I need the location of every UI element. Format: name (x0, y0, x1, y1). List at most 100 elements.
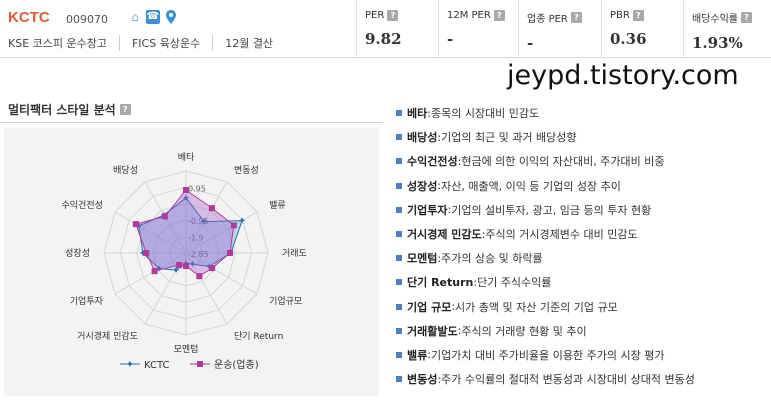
factor-item: 밸류 : 기업가치 대비 주가비율을 이용한 주가의 시장 평가 (396, 343, 768, 367)
bullet-icon (396, 255, 402, 262)
factor-description: 자산, 매출액, 이익 등 기업의 성장 추이 (441, 179, 621, 193)
metric-label: 배당수익률 (692, 14, 738, 25)
radar-tick-label: 0.95 (188, 184, 206, 193)
factor-description: 시가 총액 및 자산 기준의 기업 규모 (455, 300, 618, 314)
radar-point-marker (183, 186, 189, 193)
radar-point-marker (132, 221, 139, 228)
radar-axis-label: 단기 Return (234, 331, 283, 342)
radar-chart-area: 0.95-0.95-1.9-2.85✦✦✦✦✦✦✦✦✦✦✦✦베타변동성밸류거래도… (4, 128, 379, 396)
fics-sector: FICS 육상운수 (118, 35, 212, 51)
radar-chart: 0.95-0.95-1.9-2.85✦✦✦✦✦✦✦✦✦✦✦✦베타변동성밸류거래도… (61, 152, 306, 371)
factor-item: 기업 규모 : 시가 총액 및 자산 기준의 기업 규모 (396, 295, 768, 319)
factor-item: 단기 Return : 단기 주식수익률 (396, 270, 768, 294)
radar-point-marker (143, 250, 150, 256)
company-code: 009070 (66, 13, 108, 26)
metric-dividend-yield: 배당수익률? 1.93% (683, 0, 771, 58)
factor-item: 거시경제 민감도 : 주식의 거시경제변수 대비 민감도 (396, 222, 768, 246)
location-icon[interactable] (164, 10, 178, 24)
factor-name: 배당성 (407, 131, 438, 145)
watermark-text: jeypd.tistory.com (507, 60, 739, 91)
bullet-icon (396, 279, 402, 286)
factor-name: 모멘텀 (407, 252, 438, 266)
factor-name: 베타 (407, 107, 428, 121)
metric-value: 1.93% (692, 34, 743, 52)
factor-item: 베타 : 종목의 시장대비 민감도 (396, 101, 768, 125)
fiscal-month: 12월 결산 (212, 35, 285, 51)
company-name: KCTC (8, 9, 50, 26)
market-sector: KSE 코스피 운수창고 (8, 37, 107, 50)
bullet-icon (396, 110, 402, 117)
factor-description: 기업가치 대비 주가비율을 이용한 주가의 시장 평가 (430, 348, 665, 362)
radar-point-marker (183, 262, 189, 269)
radar-axis-label: 기업투자 (70, 296, 104, 307)
radar-axis-label: 기업규모 (269, 296, 302, 307)
factor-name: 기업투자 (407, 203, 448, 217)
phone-icon[interactable]: ☎ (146, 10, 160, 24)
radar-axis-label: 변동성 (234, 165, 259, 176)
radar-axis-label: 수익건전성 (61, 199, 102, 211)
radar-point-marker (230, 222, 237, 229)
help-icon[interactable]: ? (493, 10, 505, 21)
factor-name: 단기 Return (407, 276, 474, 290)
radar-point-marker (176, 261, 183, 268)
metric-per: PER? 9.82 (356, 0, 438, 58)
factor-description: 단기 주식수익률 (477, 276, 552, 290)
bullet-icon (396, 134, 402, 141)
bullet-icon (396, 351, 402, 358)
factor-name: 성장성 (407, 179, 438, 193)
factor-name: 기업 규모 (407, 300, 452, 314)
bullet-icon (396, 158, 402, 165)
factor-description: 기업의 최근 및 과거 배당성향 (441, 131, 577, 145)
metric-value: - (527, 34, 534, 52)
metric-value: 9.82 (365, 30, 402, 48)
radar-point-marker (208, 205, 215, 212)
bullet-icon (396, 206, 402, 213)
radar-point-marker: ✦ (238, 216, 246, 227)
radar-point-marker (151, 268, 158, 275)
factor-name: 거시경제 민감도 (407, 228, 482, 242)
help-icon[interactable]: ? (741, 12, 752, 23)
metric-sector-per: 업종 PER? - (518, 0, 601, 58)
metric-label: PBR (610, 10, 630, 21)
factor-name: 밸류 (407, 348, 428, 362)
radar-axis-label: 모멘텀 (174, 343, 199, 355)
valuation-metrics: PER? 9.82 12M PER? - 업종 PER? - PBR? 0.36… (356, 0, 771, 58)
panel-title: 멀티팩터 스타일 분석 ? (8, 101, 131, 118)
radar-axis-label: 베타 (178, 152, 195, 163)
factor-item: 모멘텀 : 주가의 상승 및 하락률 (396, 246, 768, 270)
factor-description: 주가의 상승 및 하락률 (441, 252, 543, 266)
factor-description: 종목의 시장대비 민감도 (430, 107, 540, 121)
help-icon[interactable]: ? (632, 10, 644, 21)
factor-item: 변동성 : 주가 수익률의 절대적 변동성과 시장대비 상대적 변동성 (396, 367, 768, 391)
radar-point-marker (209, 265, 216, 272)
help-icon[interactable]: ? (570, 12, 582, 23)
factor-item: 배당성 : 기업의 최근 및 과거 배당성향 (396, 125, 768, 149)
metric-value: - (447, 30, 454, 48)
factor-item: 거래활발도 : 주식의 거래량 현황 및 추이 (396, 319, 768, 343)
radar-axis-label: 거시경제 민감도 (77, 330, 138, 342)
legend-marker (197, 361, 203, 367)
radar-axis-label: 배당성 (113, 165, 138, 176)
company-links: ⌂ ☎ (128, 10, 178, 24)
company-header: KCTC 009070 ⌂ ☎ KSE 코스피 운수창고 FICS 육상운수 1… (0, 0, 771, 58)
bullet-icon (396, 231, 402, 238)
factor-description: 현금에 의한 이익의 자산대비, 주가대비 비중 (461, 155, 665, 169)
bullet-icon (396, 327, 402, 334)
page: KCTC 009070 ⌂ ☎ KSE 코스피 운수창고 FICS 육상운수 1… (0, 0, 771, 401)
legend-label: 운송(업종) (214, 358, 259, 371)
metric-value: 0.36 (610, 30, 647, 48)
home-icon[interactable]: ⌂ (128, 10, 142, 24)
metric-label: PER (365, 10, 385, 21)
panel-title-text: 멀티팩터 스타일 분석 (8, 103, 116, 117)
factor-description: 주가 수익률의 절대적 변동성과 시장대비 상대적 변동성 (441, 373, 695, 387)
factor-item: 수익건전성 : 현금에 의한 이익의 자산대비, 주가대비 비중 (396, 149, 768, 173)
factor-name: 거래활발도 (407, 324, 458, 338)
factor-description: 주식의 거시경제변수 대비 민감도 (485, 228, 638, 242)
factor-description: 주식의 거래량 현황 및 추이 (461, 324, 587, 338)
radar-axis-label: 성장성 (65, 248, 90, 259)
radar-point-marker (196, 273, 203, 280)
metric-pbr: PBR? 0.36 (601, 0, 683, 58)
help-icon[interactable]: ? (119, 104, 131, 115)
help-icon[interactable]: ? (387, 10, 399, 21)
factor-description: 기업의 설비투자, 광고, 임금 등의 투자 현황 (451, 203, 652, 217)
